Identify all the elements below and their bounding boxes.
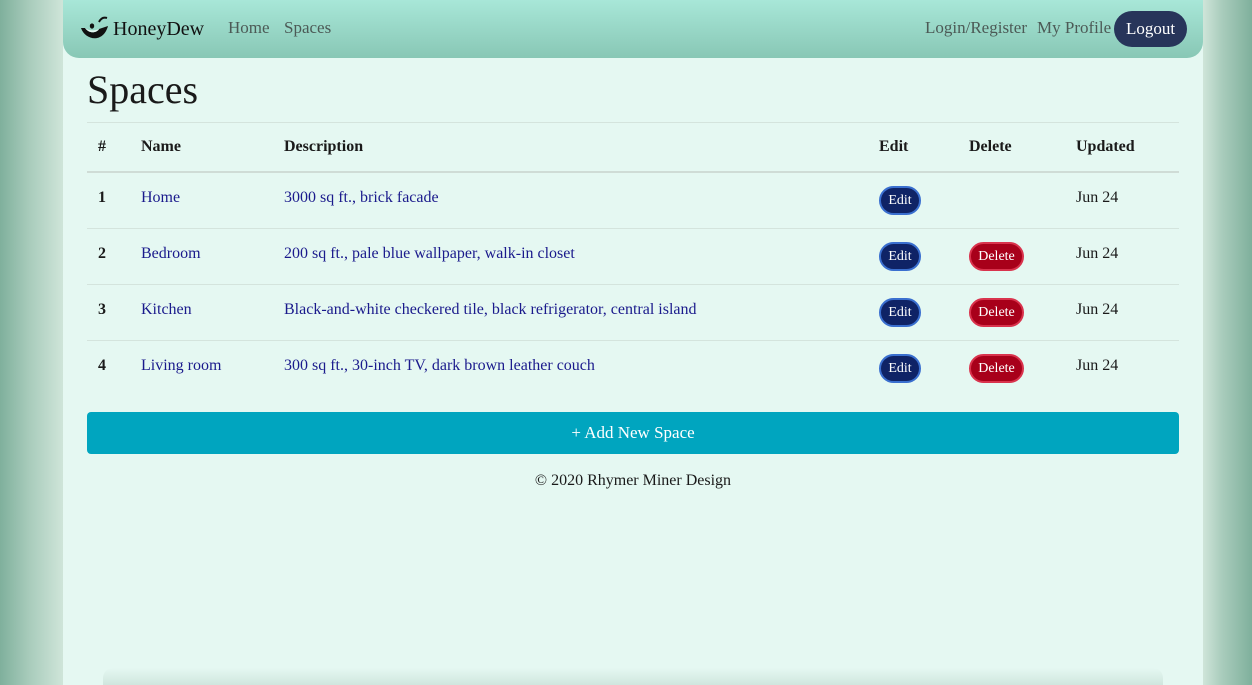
- updated-date: Jun 24: [1076, 189, 1119, 206]
- space-name-link[interactable]: Kitchen: [141, 302, 192, 318]
- add-new-space-button[interactable]: + Add New Space: [87, 412, 1179, 454]
- page-container: HoneyDew Home Spaces Login/Register My P…: [63, 0, 1203, 685]
- column-header-number: #: [98, 138, 106, 155]
- column-header-delete: Delete: [969, 138, 1012, 155]
- page-title: Spaces: [87, 67, 199, 112]
- column-header-updated: Updated: [1076, 138, 1135, 155]
- navbar: HoneyDew Home Spaces Login/Register My P…: [63, 0, 1203, 58]
- table-row: 2 Bedroom 200 sq ft., pale blue wallpape…: [87, 229, 1179, 285]
- honeydew-melon-logo-icon: [81, 16, 108, 39]
- row-number: 1: [98, 189, 106, 206]
- footer-copyright: © 2020 Rhymer Miner Design: [534, 472, 732, 489]
- space-description-link[interactable]: Black-and-white checkered tile, black re…: [284, 302, 696, 318]
- updated-date: Jun 24: [1076, 301, 1119, 318]
- brand[interactable]: HoneyDew: [79, 14, 204, 44]
- space-name-link[interactable]: Bedroom: [141, 246, 201, 262]
- table-row: 4 Living room 300 sq ft., 30-inch TV, da…: [87, 341, 1179, 397]
- nav-link-my-profile[interactable]: My Profile: [1037, 19, 1111, 36]
- table-row: 3 Kitchen Black-and-white checkered tile…: [87, 285, 1179, 341]
- updated-date: Jun 24: [1076, 245, 1119, 262]
- table-row: 1 Home 3000 sq ft., brick facade Edit Ju…: [87, 173, 1179, 229]
- column-header-edit: Edit: [879, 138, 909, 155]
- edit-button[interactable]: Edit: [879, 186, 921, 215]
- row-number: 4: [98, 357, 106, 374]
- column-header-description: Description: [284, 138, 364, 155]
- nav-link-login-register[interactable]: Login/Register: [925, 19, 1027, 36]
- bottom-shadow-divider: [103, 668, 1163, 685]
- space-name-link[interactable]: Living room: [141, 358, 221, 374]
- space-description-link[interactable]: 200 sq ft., pale blue wallpaper, walk-in…: [284, 246, 575, 262]
- spaces-table: # Name Description Edit Delete Updated 1…: [87, 122, 1179, 397]
- delete-button[interactable]: Delete: [969, 354, 1024, 383]
- table-header: # Name Description Edit Delete Updated: [87, 122, 1179, 173]
- edit-button[interactable]: Edit: [879, 354, 921, 383]
- brand-name: HoneyDew: [113, 18, 205, 40]
- delete-button[interactable]: Delete: [969, 242, 1024, 271]
- column-header-name: Name: [141, 138, 181, 155]
- nav-link-spaces[interactable]: Spaces: [284, 19, 331, 36]
- edit-button[interactable]: Edit: [879, 242, 921, 271]
- updated-date: Jun 24: [1076, 357, 1119, 374]
- row-number: 3: [98, 301, 106, 318]
- edit-button[interactable]: Edit: [879, 298, 921, 327]
- nav-link-home[interactable]: Home: [228, 19, 270, 36]
- space-name-link[interactable]: Home: [141, 190, 180, 206]
- delete-button[interactable]: Delete: [969, 298, 1024, 327]
- space-description-link[interactable]: 300 sq ft., 30-inch TV, dark brown leath…: [284, 358, 595, 374]
- row-number: 2: [98, 245, 106, 262]
- space-description-link[interactable]: 3000 sq ft., brick facade: [284, 190, 439, 206]
- logout-button[interactable]: Logout: [1114, 11, 1187, 47]
